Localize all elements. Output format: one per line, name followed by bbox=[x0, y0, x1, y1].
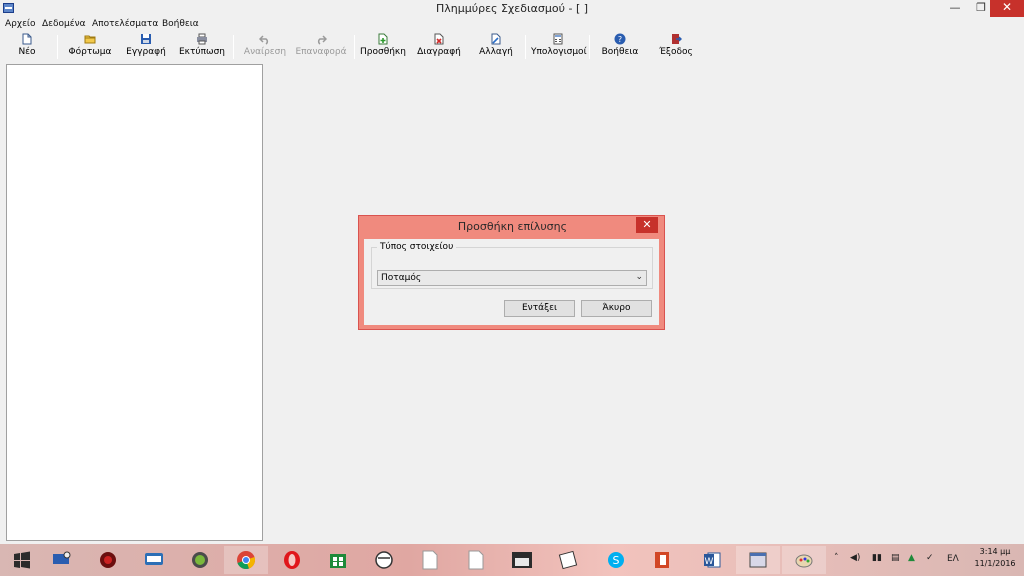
delete-icon bbox=[434, 33, 444, 45]
toolbar-separator bbox=[354, 35, 355, 59]
svg-text:?: ? bbox=[618, 35, 622, 44]
word-icon[interactable]: W bbox=[690, 546, 734, 574]
windows-start-icon[interactable] bbox=[0, 546, 44, 574]
exit-button[interactable]: Έξοδος bbox=[658, 33, 694, 61]
element-type-value: Ποταμός bbox=[381, 273, 422, 283]
remote-desktop-icon[interactable] bbox=[40, 546, 84, 574]
volume-icon[interactable]: ◀) bbox=[850, 553, 860, 576]
calculator-icon bbox=[553, 33, 563, 45]
taskbar: S W ˄ ◀) ▮▮ ▤ ▲ ✓ ΕΛ 3:14 μμ 11/1/2016 bbox=[0, 544, 1024, 576]
load-button[interactable]: Φόρτωμα bbox=[66, 33, 114, 61]
opera-icon[interactable] bbox=[270, 546, 314, 574]
menu-item-data[interactable]: Δεδομένα bbox=[42, 19, 86, 29]
paint-icon[interactable] bbox=[782, 546, 826, 574]
undo-button[interactable]: Αναίρεση bbox=[242, 33, 288, 61]
evernote-tray-icon[interactable]: ▲ bbox=[908, 553, 915, 576]
office-app-icon[interactable] bbox=[640, 546, 684, 574]
menu-bar: Αρχείο Δεδομένα Αποτελέσματα Βοήθεια bbox=[0, 17, 1024, 32]
tree-panel[interactable] bbox=[6, 64, 263, 541]
document-icon[interactable] bbox=[454, 546, 498, 574]
toolbar-separator bbox=[57, 35, 58, 59]
dialog-body: Τύπος στοιχείου Ποταμός ⌄ Εντάξει Άκυρο bbox=[364, 239, 659, 325]
element-type-group: Τύπος στοιχείου Ποταμός ⌄ bbox=[371, 242, 653, 289]
printer-icon bbox=[197, 33, 207, 45]
video-player-icon[interactable] bbox=[500, 546, 544, 574]
load-button-label: Φόρτωμα bbox=[68, 47, 112, 57]
dialog-title: Προσθήκη επίλυσης bbox=[457, 220, 568, 233]
toolbar-separator bbox=[589, 35, 590, 59]
delete-button-label: Διαγραφή bbox=[417, 47, 461, 57]
redo-button[interactable]: Επαναφορά bbox=[294, 33, 348, 61]
add-button[interactable]: Προσθήκη bbox=[360, 33, 406, 61]
evernote-icon[interactable] bbox=[178, 546, 222, 574]
element-type-select[interactable]: Ποταμός ⌄ bbox=[377, 270, 647, 286]
help-button[interactable]: ? Βοήθεια bbox=[600, 33, 640, 61]
menu-item-results[interactable]: Αποτελέσματα bbox=[92, 19, 158, 29]
undo-button-label: Αναίρεση bbox=[243, 47, 287, 57]
undo-icon bbox=[259, 35, 269, 45]
edit-icon bbox=[491, 33, 501, 45]
window-title: Πλημμύρες Σχεδιασμού - [ ] bbox=[435, 2, 589, 15]
menu-item-file[interactable]: Αρχείο bbox=[5, 19, 36, 29]
chat-app-icon[interactable] bbox=[132, 546, 176, 574]
exit-icon bbox=[672, 34, 682, 44]
redo-icon bbox=[317, 35, 327, 45]
media-app-icon[interactable] bbox=[86, 546, 130, 574]
element-type-label: Τύπος στοιχείου bbox=[377, 242, 457, 252]
chevron-down-icon: ⌄ bbox=[635, 272, 643, 282]
clock-date: 11/1/2016 bbox=[974, 559, 1016, 568]
add-icon bbox=[378, 33, 388, 45]
toolbar-separator bbox=[233, 35, 234, 59]
browser-app-icon[interactable] bbox=[362, 546, 406, 574]
add-button-label: Προσθήκη bbox=[360, 47, 406, 57]
save-disk-icon bbox=[141, 34, 151, 44]
help-icon: ? bbox=[614, 33, 626, 45]
chrome-icon[interactable] bbox=[224, 546, 268, 574]
toolbar: Νέο Φόρτωμα Εγγραφή Εκτύπωση Αναίρεση Επ… bbox=[0, 32, 1024, 62]
exit-button-label: Έξοδος bbox=[659, 47, 693, 57]
toolbar-separator bbox=[525, 35, 526, 59]
edit-button-label: Αλλαγή bbox=[479, 47, 513, 57]
help-button-label: Βοήθεια bbox=[601, 47, 639, 57]
new-button[interactable]: Νέο bbox=[10, 33, 44, 61]
minimize-button[interactable]: — bbox=[941, 0, 969, 17]
tray-app-icon[interactable]: ▤ bbox=[891, 553, 900, 576]
new-file-icon bbox=[22, 33, 32, 45]
dialog-close-button[interactable]: ✕ bbox=[636, 217, 658, 233]
svg-text:W: W bbox=[705, 557, 714, 567]
document-icon[interactable] bbox=[408, 546, 452, 574]
redo-button-label: Επαναφορά bbox=[295, 47, 347, 57]
print-button[interactable]: Εκτύπωση bbox=[177, 33, 227, 61]
skype-icon[interactable]: S bbox=[594, 546, 638, 574]
tray-expand-icon[interactable]: ˄ bbox=[834, 553, 839, 576]
save-button[interactable]: Εγγραφή bbox=[124, 33, 168, 61]
save-button-label: Εγγραφή bbox=[126, 47, 166, 57]
svg-text:S: S bbox=[613, 554, 620, 567]
calculations-button[interactable]: Υπολογισμοί bbox=[531, 33, 587, 61]
app-window-icon[interactable] bbox=[736, 546, 780, 574]
store-icon[interactable] bbox=[316, 546, 360, 574]
print-button-label: Εκτύπωση bbox=[179, 47, 225, 57]
delete-button[interactable]: Διαγραφή bbox=[416, 33, 462, 61]
ok-button[interactable]: Εντάξει bbox=[504, 300, 575, 317]
clock[interactable]: 3:14 μμ 11/1/2016 bbox=[968, 546, 1022, 570]
language-indicator[interactable]: ΕΛ bbox=[947, 554, 959, 576]
clock-time: 3:14 μμ bbox=[979, 547, 1011, 556]
edit-button[interactable]: Αλλαγή bbox=[477, 33, 515, 61]
new-button-label: Νέο bbox=[18, 47, 36, 57]
notes-app-icon[interactable] bbox=[546, 546, 590, 574]
add-solution-dialog: Προσθήκη επίλυσης ✕ Τύπος στοιχείου Ποτα… bbox=[358, 215, 665, 330]
open-folder-icon bbox=[84, 35, 96, 44]
menu-item-help[interactable]: Βοήθεια bbox=[162, 19, 199, 29]
cancel-button[interactable]: Άκυρο bbox=[581, 300, 652, 317]
network-icon[interactable]: ▮▮ bbox=[872, 553, 882, 576]
calculations-button-label: Υπολογισμοί bbox=[531, 47, 587, 57]
tray-check-icon[interactable]: ✓ bbox=[926, 553, 934, 576]
close-button[interactable]: ✕ bbox=[990, 0, 1024, 17]
window-titlebar: Πλημμύρες Σχεδιασμού - [ ] — ❐ ✕ bbox=[0, 0, 1024, 17]
